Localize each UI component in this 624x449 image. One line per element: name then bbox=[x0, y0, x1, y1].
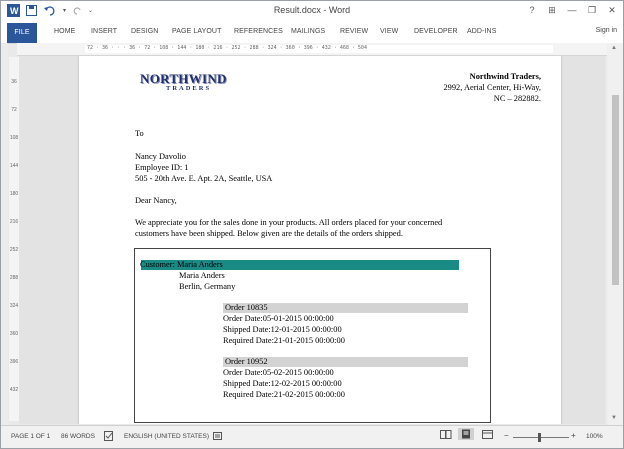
body-paragraph: We appreciate you for the sales done in … bbox=[135, 217, 515, 239]
company-logo: NORTHWIND TRADERS bbox=[140, 71, 235, 92]
ruler-number: 180 bbox=[9, 191, 19, 197]
language[interactable]: ENGLISH (UNITED STATES) bbox=[124, 433, 209, 440]
order-date: Order Date:05-01-2015 00:00:00 bbox=[223, 314, 334, 323]
tab-page-layout[interactable]: PAGE LAYOUT bbox=[172, 28, 221, 35]
zoom-in-button[interactable]: + bbox=[571, 431, 576, 440]
print-layout-icon[interactable] bbox=[458, 428, 474, 440]
ruler-number: 252 bbox=[9, 247, 19, 253]
tab-mailings[interactable]: MAILINGS bbox=[291, 28, 325, 35]
customer-location: Berlin, Germany bbox=[179, 282, 236, 291]
tab-view[interactable]: VIEW bbox=[380, 28, 398, 35]
ruler-number: 108 bbox=[9, 135, 19, 141]
status-bar: PAGE 1 OF 1 86 WORDS ENGLISH (UNITED STA… bbox=[1, 425, 623, 448]
zoom-out-button[interactable]: − bbox=[504, 431, 509, 440]
shipped-date: Shipped Date:12-02-2015 00:00:00 bbox=[223, 379, 342, 388]
recipient-address: 505 - 20th Ave. E. Apt. 2A, Seattle, USA bbox=[135, 174, 273, 183]
address-line: NC – 282882. bbox=[493, 94, 541, 103]
ruler-number: 360 bbox=[9, 331, 19, 337]
help-icon[interactable]: ? bbox=[525, 3, 539, 17]
page-count[interactable]: PAGE 1 OF 1 bbox=[11, 433, 50, 440]
address-line: 2992, Aerial Center, Hi-Way, bbox=[443, 83, 541, 92]
recipient-name: Nancy Davolio bbox=[135, 152, 186, 161]
ruler-number: 144 bbox=[9, 163, 19, 169]
web-layout-icon[interactable] bbox=[482, 430, 494, 440]
recipient-id: Employee ID: 1 bbox=[135, 163, 189, 172]
tab-references[interactable]: REFERENCES bbox=[234, 28, 283, 35]
ribbon-display-icon[interactable]: ⊞ bbox=[545, 3, 559, 17]
zoom-level[interactable]: 100% bbox=[586, 433, 603, 440]
window-controls: ? ⊞ — ❐ ✕ bbox=[525, 3, 619, 17]
sign-in-link[interactable]: Sign in bbox=[596, 27, 617, 34]
vertical-scrollbar[interactable]: ▲ ▼ bbox=[607, 43, 623, 426]
scroll-up-icon[interactable]: ▲ bbox=[611, 45, 617, 51]
body-line: We appreciate you for the sales done in … bbox=[135, 218, 443, 227]
tab-file[interactable]: FILE bbox=[7, 23, 37, 43]
order-date: Order Date:05-02-2015 00:00:00 bbox=[223, 368, 334, 377]
tab-insert[interactable]: INSERT bbox=[91, 28, 117, 35]
tab-home[interactable]: HOME bbox=[54, 28, 75, 35]
title-bar: W ▾ ⌄ Result.docx - Word ? ⊞ — ❐ ✕ bbox=[1, 1, 623, 23]
customer-name: Maria Anders bbox=[179, 271, 225, 280]
close-icon[interactable]: ✕ bbox=[605, 3, 619, 17]
tab-add-ins[interactable]: ADD-INS bbox=[467, 28, 496, 35]
shipped-date: Shipped Date:12-01-2015 00:00:00 bbox=[223, 325, 342, 334]
word-window: W ▾ ⌄ Result.docx - Word ? ⊞ — ❐ ✕ FILE … bbox=[0, 0, 624, 449]
order-title: Order 10835 bbox=[225, 303, 268, 312]
macro-icon[interactable] bbox=[213, 431, 223, 441]
horizontal-ruler[interactable]: 72 · 36 · · · 36 · 72 · 108 · 144 · 180 … bbox=[17, 43, 613, 56]
ruler-number: 396 bbox=[9, 359, 19, 365]
ribbon-tabs: FILE HOME INSERT DESIGN PAGE LAYOUT REFE… bbox=[1, 23, 623, 44]
order-title: Order 10952 bbox=[225, 357, 268, 366]
document-page[interactable]: NORTHWIND TRADERS Northwind Traders, 299… bbox=[79, 56, 561, 424]
tab-developer[interactable]: DEVELOPER bbox=[414, 28, 458, 35]
read-mode-icon[interactable] bbox=[440, 430, 452, 440]
ruler-number: 324 bbox=[9, 303, 19, 309]
tab-review[interactable]: REVIEW bbox=[340, 28, 368, 35]
ruler-number: 288 bbox=[9, 275, 19, 281]
ruler-markings: 72 · 36 · · · 36 · 72 · 108 · 144 · 180 … bbox=[87, 45, 367, 51]
body-line: customers have been shipped. Below given… bbox=[135, 229, 403, 238]
zoom-slider-knob[interactable] bbox=[538, 433, 541, 442]
vertical-ruler[interactable]: 36 72 108 144 180 216 252 288 324 360 39… bbox=[9, 57, 19, 421]
left-strip bbox=[1, 43, 8, 426]
ruler-number: 36 bbox=[11, 79, 17, 85]
company-address: Northwind Traders, 2992, Aerial Center, … bbox=[443, 71, 541, 104]
proofing-icon[interactable] bbox=[104, 431, 114, 441]
scroll-down-icon[interactable]: ▼ bbox=[611, 415, 617, 421]
restore-icon[interactable]: ❐ bbox=[585, 3, 599, 17]
tab-design[interactable]: DESIGN bbox=[131, 28, 158, 35]
minimize-icon[interactable]: — bbox=[565, 3, 579, 17]
customer-heading: Customer: Maria Anders bbox=[140, 260, 223, 269]
salutation: Dear Nancy, bbox=[135, 196, 177, 205]
ruler-number: 72 bbox=[11, 107, 17, 113]
document-area: NORTHWIND TRADERS Northwind Traders, 299… bbox=[19, 56, 605, 424]
zoom-slider[interactable] bbox=[513, 437, 569, 438]
ruler-number: 432 bbox=[9, 387, 19, 393]
ruler-number: 216 bbox=[9, 219, 19, 225]
company-name: Northwind Traders, bbox=[469, 72, 541, 81]
recipient-block: Nancy Davolio Employee ID: 1 505 - 20th … bbox=[135, 151, 272, 184]
required-date: Required Date:21-01-2015 00:00:00 bbox=[223, 336, 345, 345]
orders-table-box: Customer: Maria Anders Maria Anders Berl… bbox=[134, 248, 491, 423]
to-label: To bbox=[135, 129, 144, 138]
required-date: Required Date:21-02-2015 00:00:00 bbox=[223, 390, 345, 399]
scrollbar-thumb[interactable] bbox=[612, 95, 619, 285]
word-count[interactable]: 86 WORDS bbox=[61, 433, 95, 440]
